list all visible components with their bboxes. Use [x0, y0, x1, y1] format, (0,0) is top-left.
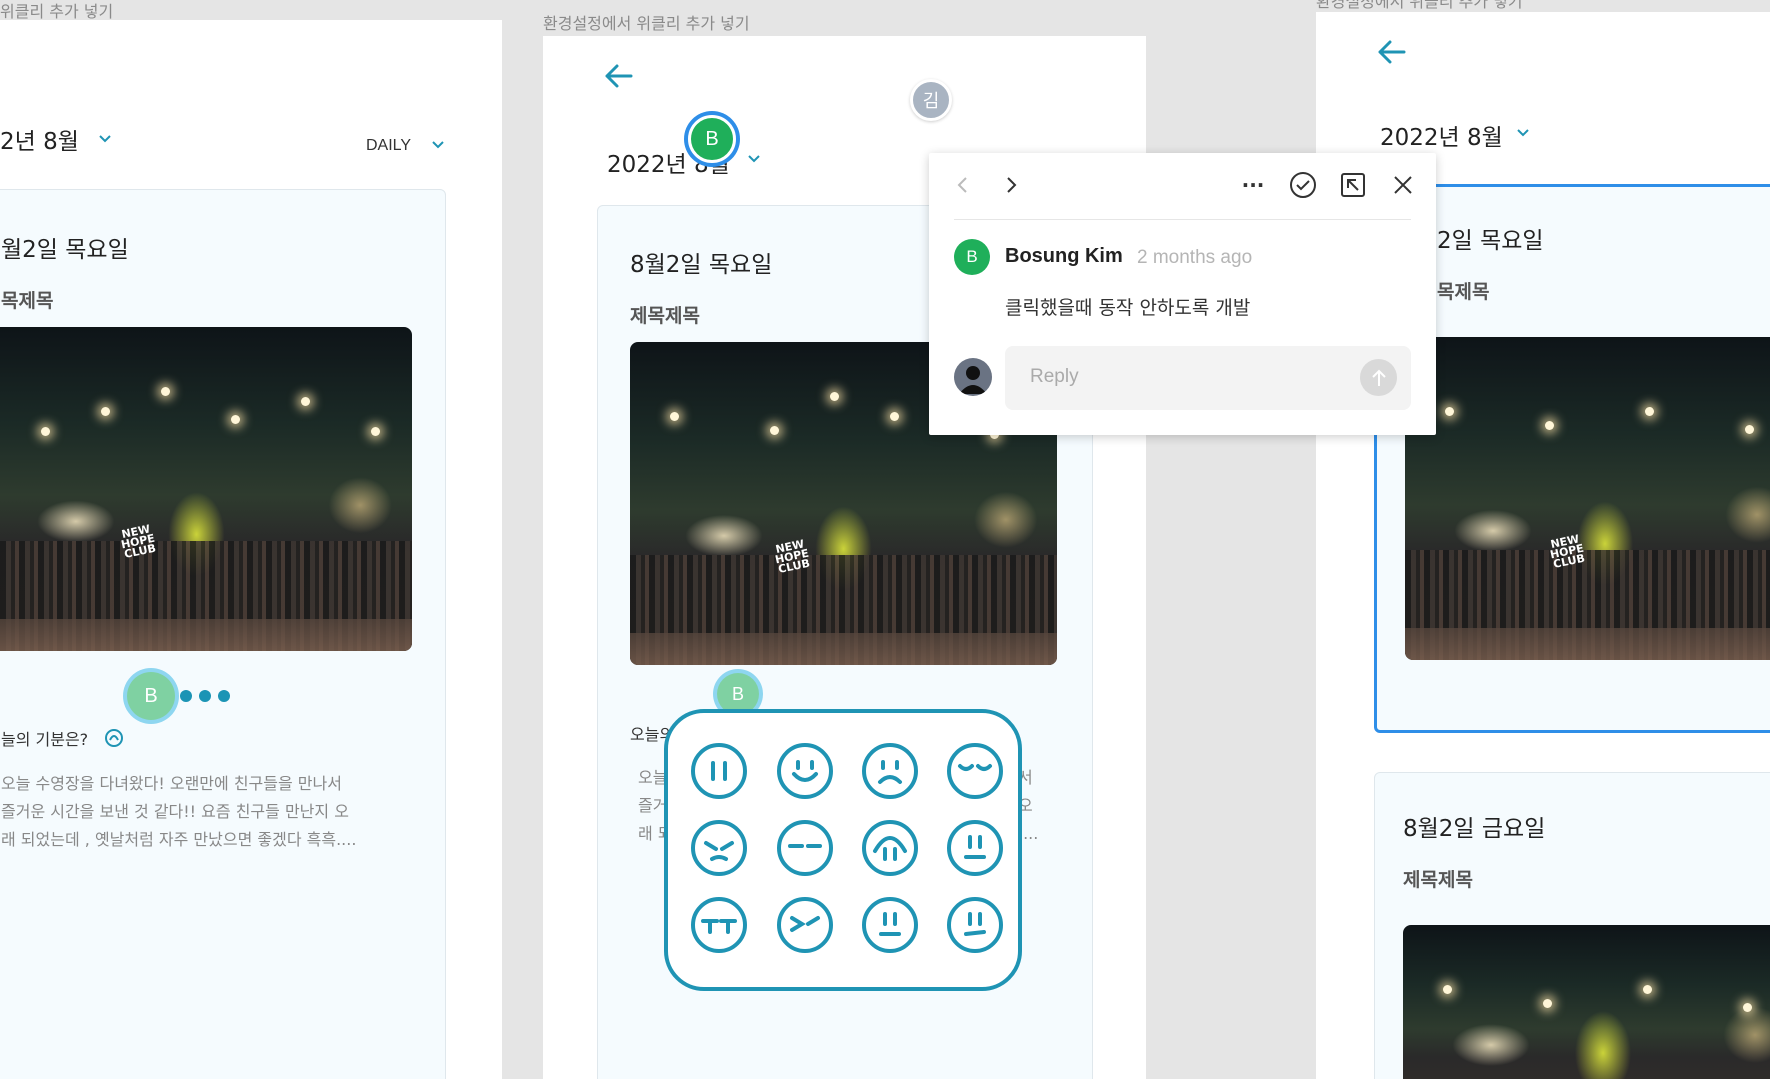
diary-photo: NEW HOPE CLUB [0, 327, 412, 651]
card-title: 제목제목 [630, 305, 700, 327]
card-title: 목제목 [1, 290, 54, 312]
diary-body-line: 즐거운 시간을 보낸 것 같다!! 요즘 친구들 만난지 오 [1, 802, 349, 821]
mood-small-icon[interactable] [104, 728, 124, 748]
more-options-button[interactable]: ··· [1237, 169, 1269, 201]
arc-face-icon[interactable] [861, 819, 919, 877]
diary-card[interactable]: 월2일 목요일 목제목 NEW HOPE CLUB 늘의 기분은? 오늘 수영장을 … [0, 189, 446, 1079]
sad-face-icon[interactable] [861, 742, 919, 800]
back-arrow-icon[interactable] [1376, 38, 1408, 66]
presence-avatar-kim[interactable]: 김 [910, 79, 952, 121]
stage-sign: NEW HOPE CLUB [1548, 532, 1587, 571]
chevron-down-icon[interactable] [431, 140, 445, 150]
card-date: 8월2일 금요일 [1403, 816, 1546, 842]
frame-label-middle: 환경설정에서 위클리 추가 넣기 [543, 14, 750, 33]
pause-face-icon[interactable] [690, 742, 748, 800]
meh-face-icon[interactable] [946, 896, 1004, 954]
send-reply-button[interactable] [1360, 359, 1397, 396]
next-comment-button[interactable] [997, 171, 1025, 199]
typing-dot [199, 690, 211, 702]
chevron-right-icon [1007, 177, 1017, 193]
comment-text: 클릭했을때 동작 안하도록 개발 [1005, 297, 1251, 319]
resolve-button[interactable] [1287, 169, 1319, 201]
mood-question: 늘의 기분은? [1, 730, 89, 749]
chevron-down-icon[interactable] [98, 134, 112, 144]
card-date: 2일 목요일 [1437, 228, 1544, 254]
view-select-label[interactable]: DAILY [366, 137, 411, 155]
stage-sign: NEW HOPE CLUB [773, 537, 812, 576]
sleepy-face-icon[interactable] [946, 742, 1004, 800]
month-title[interactable]: 2년 8월 [0, 122, 79, 156]
diary-body-line: 래 되었는데 , 옛날처럼 자주 만났으면 좋겠다 흑흑.... [1, 830, 357, 849]
neutral-face-icon[interactable] [946, 819, 1004, 877]
typing-dot [218, 690, 230, 702]
grumpy-face-icon[interactable] [776, 896, 834, 954]
user-icon [959, 366, 987, 394]
close-icon [1394, 176, 1412, 194]
flat-face-icon[interactable] [861, 896, 919, 954]
comment-popup[interactable]: ··· B Bosung Kim 2 months ago 클릭했을때 동작 안… [929, 153, 1436, 435]
popup-divider [954, 219, 1411, 220]
month-title[interactable]: 2022년 8월 [1380, 118, 1503, 152]
crying-face-icon[interactable] [690, 896, 748, 954]
current-user-avatar [954, 358, 992, 396]
presence-avatar-b[interactable]: B [688, 115, 736, 163]
card-date: 8월2일 목요일 [630, 252, 773, 278]
close-button[interactable] [1387, 169, 1419, 201]
diary-photo [1403, 925, 1770, 1079]
diary-card[interactable]: 8월2일 금요일 제목제목 [1374, 772, 1770, 1079]
frame-label-right: 환경설정에서 위클리 추가 넣기 [1316, 0, 1523, 11]
chevron-down-icon[interactable] [1516, 128, 1530, 138]
reply-input[interactable]: Reply [1005, 346, 1411, 410]
typing-dot [180, 690, 192, 702]
open-in-new-button[interactable] [1337, 169, 1369, 201]
comment-time: 2 months ago [1137, 247, 1253, 268]
dash-eyes-face-icon[interactable] [776, 819, 834, 877]
reply-placeholder: Reply [1030, 366, 1079, 387]
squint-face-icon[interactable] [690, 819, 748, 877]
card-title: 목제목 [1437, 281, 1490, 303]
back-arrow-icon[interactable] [603, 62, 635, 90]
comment-author-avatar: B [954, 239, 990, 275]
arrow-up-icon [1371, 369, 1386, 386]
chevron-down-icon[interactable] [747, 154, 761, 164]
presence-avatar-b[interactable]: B [127, 672, 175, 720]
diary-photo: NEW HOPE CLUB [1405, 337, 1770, 660]
stage-sign: NEW HOPE CLUB [119, 522, 158, 561]
diary-body-line: 오늘 수영장을 다녀왔다! 오랜만에 친구들을 만나서 [1, 774, 342, 793]
card-title: 제목제목 [1403, 869, 1473, 891]
prev-comment-button[interactable] [949, 171, 977, 199]
expand-arrow-icon [1341, 173, 1365, 197]
comment-author: Bosung Kim [1005, 245, 1123, 267]
frame-label-left: 위클리 추가 넣기 [0, 2, 114, 21]
smile-face-icon[interactable] [776, 742, 834, 800]
card-date: 월2일 목요일 [1, 237, 129, 263]
check-circle-icon [1290, 172, 1316, 198]
chevron-left-icon [957, 177, 967, 193]
frame-left: 2년 8월 DAILY 월2일 목요일 목제목 NEW HOPE CLUB 늘의 기… [0, 20, 502, 1079]
